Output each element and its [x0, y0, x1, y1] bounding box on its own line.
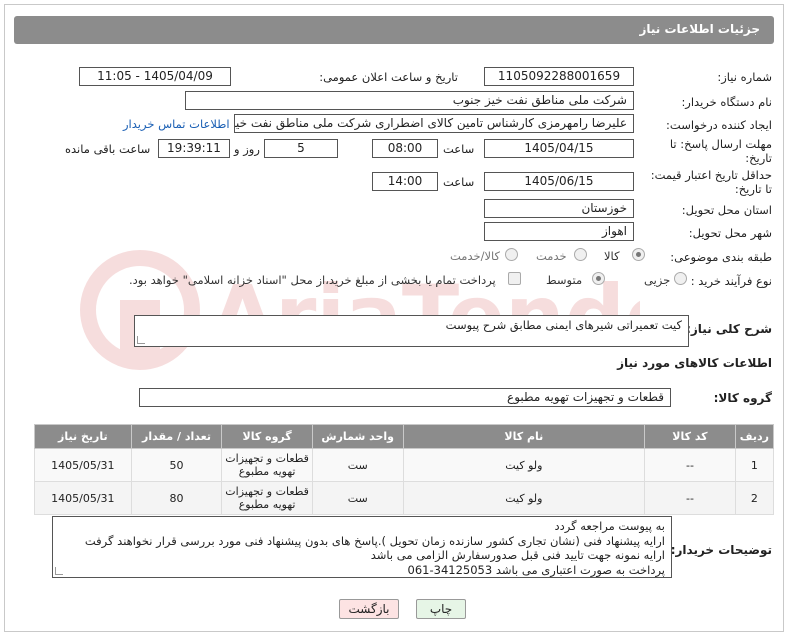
buyer-org-field[interactable]: شرکت ملی مناطق نفت خیز جنوب	[185, 91, 634, 110]
buyer-notes-label: توضیحات خریدار:	[670, 543, 772, 557]
reply-deadline-label: مهلت ارسال پاسخ: تا	[669, 137, 772, 151]
buyer-notes-line-4: پرداخت به صورت اعتباری می باشد 34125053-…	[407, 562, 665, 577]
table-row[interactable]: 2 -- ولو کیت ست قطعات و تجهیزات تهویه مط…	[34, 481, 775, 515]
remaining-time-label: ساعت باقی مانده	[65, 142, 151, 156]
category-goods-radio[interactable]	[632, 248, 645, 261]
header-bar: جزئیات اطلاعات نیاز	[14, 16, 774, 44]
cell-code: --	[644, 448, 736, 482]
summary-text: کیت تعمیراتی شیرهای ایمنی مطابق شرح پیوس…	[445, 318, 682, 332]
price-time-field[interactable]: 14:00	[372, 172, 438, 191]
cell-group: قطعات و تجهیزات تهویه مطبوع	[221, 481, 313, 515]
province-label: استان محل تحویل:	[681, 203, 772, 217]
announce-label: تاریخ و ساعت اعلان عمومی:	[319, 70, 458, 84]
cell-name: ولو کیت	[402, 448, 646, 482]
reply-time-label: ساعت	[443, 142, 475, 156]
buyer-notes-line-2: ارایه پیشنهاد فنی (نشان تجاری کشور سازند…	[84, 533, 665, 548]
col-qty: تعداد / مقدار	[130, 424, 223, 449]
reply-deadline-label-2: تاریخ:	[745, 151, 772, 165]
category-goods-label: کالا	[604, 249, 620, 263]
buyer-notes-line-1: به پیوست مراجعه گردد	[554, 519, 665, 533]
need-number-field[interactable]: 1105092288001659	[484, 67, 634, 86]
col-code: کد کالا	[644, 424, 736, 449]
resize-grip-icon[interactable]	[55, 567, 63, 575]
cell-date: 1405/05/31	[34, 481, 132, 515]
summary-textarea[interactable]: کیت تعمیراتی شیرهای ایمنی مطابق شرح پیوس…	[134, 315, 689, 347]
summary-label: شرح کلی نیاز:	[686, 322, 772, 336]
price-date-field[interactable]: 1405/06/15	[484, 172, 634, 191]
purchase-medium-label: متوسط	[546, 273, 583, 287]
announce-field[interactable]: 1405/04/09 - 11:05	[79, 67, 231, 86]
goods-group-label: گروه کالا:	[713, 391, 772, 405]
price-time-label: ساعت	[443, 175, 475, 189]
category-service-label: خدمت	[536, 249, 567, 263]
category-service-radio[interactable]	[574, 248, 587, 261]
cell-date: 1405/05/31	[34, 448, 132, 482]
resize-grip-icon[interactable]	[137, 336, 145, 344]
goods-group-field[interactable]: قطعات و تجهیزات تهویه مطبوع	[139, 388, 671, 407]
creator-field[interactable]: علیرضا رامهرمزی کارشناس تامین کالای اضطر…	[234, 114, 634, 133]
col-row: ردیف	[734, 424, 775, 449]
buyer-notes-textarea[interactable]: به پیوست مراجعه گردد ارایه پیشنهاد فنی (…	[52, 516, 672, 578]
treasury-payment-checkbox[interactable]	[508, 272, 521, 285]
cell-unit: ست	[311, 481, 404, 515]
treasury-payment-note: پرداخت تمام یا بخشی از مبلغ خرید،از محل …	[129, 273, 496, 287]
col-unit: واحد شمارش	[311, 424, 404, 449]
category-goods-service-label: کالا/خدمت	[450, 249, 501, 263]
back-button[interactable]: بازگشت	[339, 599, 399, 619]
col-date: تاریخ نیاز	[34, 424, 132, 449]
buyer-notes-line-3: ارایه نمونه جهت تایید فنی قبل صدورسفارش …	[370, 548, 665, 562]
city-label: شهر محل تحویل:	[688, 226, 772, 240]
page-title: جزئیات اطلاعات نیاز	[639, 22, 760, 36]
items-table: ردیف کد کالا نام کالا واحد شمارش گروه کا…	[34, 424, 775, 515]
province-field[interactable]: خوزستان	[484, 199, 634, 218]
col-name: نام کالا	[402, 424, 646, 449]
reply-date-field[interactable]: 1405/04/15	[484, 139, 634, 158]
table-header-row: ردیف کد کالا نام کالا واحد شمارش گروه کا…	[34, 424, 775, 449]
purchase-minor-label: جزیی	[644, 273, 671, 287]
city-field[interactable]: اهواز	[484, 222, 634, 241]
price-deadline-label-2: تا تاریخ:	[734, 182, 772, 196]
cell-group: قطعات و تجهیزات تهویه مطبوع	[221, 448, 313, 482]
creator-label: ایجاد کننده درخواست:	[666, 118, 772, 132]
days-remaining-field[interactable]: 5	[264, 139, 338, 158]
cell-qty: 50	[130, 448, 223, 482]
category-label: طبقه بندی موضوعی:	[670, 250, 772, 264]
days-label: روز و	[234, 142, 260, 156]
need-number-label: شماره نیاز:	[717, 70, 772, 84]
cell-name: ولو کیت	[402, 481, 646, 515]
cell-qty: 80	[130, 481, 223, 515]
cell-unit: ست	[311, 448, 404, 482]
print-button[interactable]: چاپ	[416, 599, 466, 619]
remaining-time-field[interactable]: 19:39:11	[158, 139, 230, 158]
buyer-org-label: نام دستگاه خریدار:	[681, 95, 772, 109]
cell-code: --	[644, 481, 736, 515]
cell-row: 2	[734, 481, 775, 515]
col-group: گروه کالا	[221, 424, 313, 449]
category-goods-service-radio[interactable]	[505, 248, 518, 261]
buyer-contact-link[interactable]: اطلاعات تماس خریدار	[123, 117, 230, 131]
table-row[interactable]: 1 -- ولو کیت ست قطعات و تجهیزات تهویه مط…	[34, 448, 775, 482]
reply-time-field[interactable]: 08:00	[372, 139, 438, 158]
purchase-minor-radio[interactable]	[674, 272, 687, 285]
purchase-type-label: نوع فرآیند خرید :	[690, 274, 772, 288]
cell-row: 1	[734, 448, 775, 482]
goods-info-title: اطلاعات کالاهای مورد نیاز	[617, 356, 772, 370]
purchase-medium-radio[interactable]	[592, 272, 605, 285]
price-deadline-label: حداقل تاریخ اعتبار قیمت:	[650, 168, 772, 182]
